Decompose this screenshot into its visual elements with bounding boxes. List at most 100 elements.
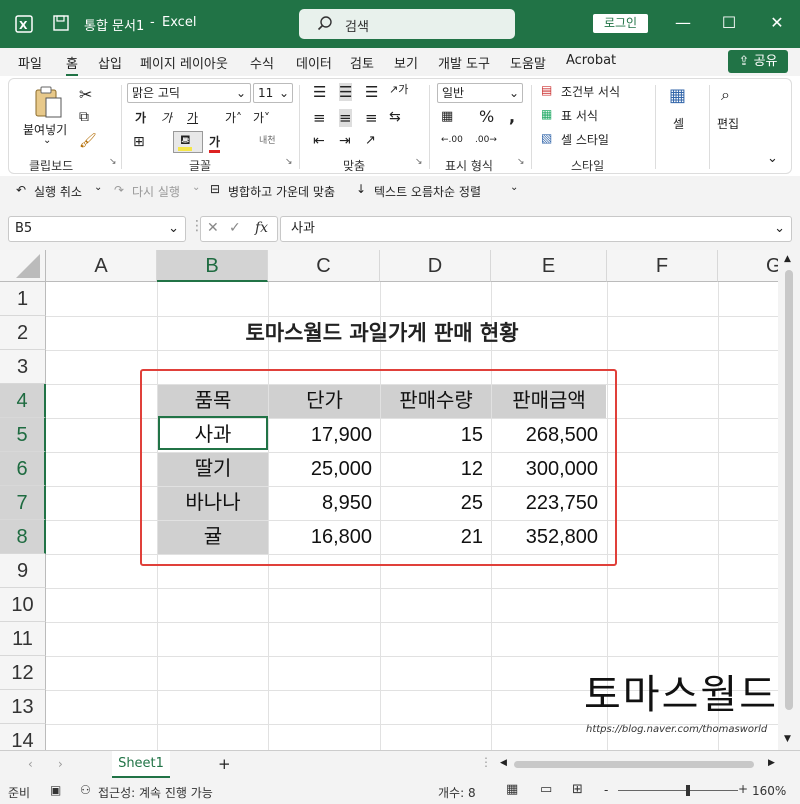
scroll-thumb[interactable] xyxy=(785,270,793,710)
chevron-down-icon[interactable]: ⌄ xyxy=(94,182,102,193)
decrease-indent-icon[interactable]: ⇤ xyxy=(313,133,325,149)
decrease-decimal-icon[interactable]: .00→ xyxy=(475,135,497,145)
scroll-down-icon[interactable]: ▼ xyxy=(784,734,791,744)
column-header-e[interactable]: E xyxy=(491,250,607,282)
row-header-10[interactable]: 10 xyxy=(0,588,46,622)
chevron-down-icon[interactable]: ⌄ xyxy=(192,182,200,193)
select-all-button[interactable] xyxy=(0,250,46,282)
menu-insert[interactable]: 삽입 xyxy=(98,53,122,72)
increase-decimal-icon[interactable]: ←.00 xyxy=(441,135,463,145)
number-format-select[interactable]: 일반 ⌄ xyxy=(437,83,523,103)
cells-icon[interactable]: ▦ xyxy=(669,85,686,106)
spreadsheet-grid[interactable]: A B C D E F G 1 2 3 4 5 6 7 8 9 10 11 12… xyxy=(0,250,778,750)
menu-file[interactable]: 파일 xyxy=(18,53,42,72)
paste-icon[interactable] xyxy=(33,85,63,119)
customize-qat-icon[interactable]: ⌄ xyxy=(510,182,518,193)
decrease-font-icon[interactable]: 가˅ xyxy=(253,109,270,126)
align-center-icon[interactable]: ≡ xyxy=(339,109,352,127)
column-header-f[interactable]: F xyxy=(607,250,718,282)
text-direction-icon[interactable]: ↗ xyxy=(365,133,376,148)
redo-icon[interactable]: ↷ xyxy=(114,183,124,197)
column-header-b[interactable]: B xyxy=(157,250,268,282)
merge-icon[interactable]: ⊟ xyxy=(210,182,220,196)
paste-dropdown-icon[interactable]: ⌄ xyxy=(43,135,51,146)
menu-developer[interactable]: 개발 도구 xyxy=(438,53,490,72)
scroll-left-icon[interactable]: ◀ xyxy=(500,758,507,768)
sheet-tab-sheet1[interactable]: Sheet1 xyxy=(112,751,170,778)
menu-review[interactable]: 검토 xyxy=(350,53,374,72)
cut-icon[interactable]: ✂ xyxy=(79,85,92,104)
add-sheet-button[interactable]: + xyxy=(218,755,231,773)
italic-icon[interactable]: 가 xyxy=(161,109,172,126)
horizontal-scroll-thumb[interactable] xyxy=(514,761,754,768)
bold-icon[interactable]: 가 xyxy=(135,109,146,126)
column-header-a[interactable]: A xyxy=(46,250,157,282)
align-middle-icon[interactable]: ☰ xyxy=(339,83,353,101)
align-top-icon[interactable]: ☰ xyxy=(313,83,326,101)
undo-button[interactable]: 실행 취소 xyxy=(34,183,82,200)
cancel-icon[interactable]: ✕ xyxy=(207,220,219,236)
row-header-14[interactable]: 14 xyxy=(0,724,46,750)
expand-formula-icon[interactable]: ⌄ xyxy=(774,217,785,241)
menu-help[interactable]: 도움말 xyxy=(510,53,546,72)
menu-data[interactable]: 데이터 xyxy=(296,53,332,72)
sort-icon[interactable]: ↓ xyxy=(356,182,366,196)
enter-icon[interactable]: ✓ xyxy=(229,220,241,236)
merge-center-button[interactable]: 병합하고 가운데 맞춤 xyxy=(228,183,335,200)
comma-style-icon[interactable]: , xyxy=(509,107,515,126)
find-icon[interactable]: ⌕ xyxy=(721,85,730,105)
increase-indent-icon[interactable]: ⇥ xyxy=(339,133,351,149)
row-header-4[interactable]: 4 xyxy=(0,384,46,418)
page-break-view-icon[interactable]: ⊞ xyxy=(572,782,583,797)
row-header-5[interactable]: 5 xyxy=(0,418,46,452)
number-launcher-icon[interactable]: ↘ xyxy=(517,157,525,167)
row-header-8[interactable]: 8 xyxy=(0,520,46,554)
login-button[interactable]: 로그인 xyxy=(593,14,648,33)
font-name-select[interactable]: 맑은 고딕 ⌄ xyxy=(127,83,251,103)
clipboard-launcher-icon[interactable]: ↘ xyxy=(109,157,117,167)
percent-icon[interactable]: % xyxy=(479,107,494,126)
share-button[interactable]: ⇪ 공유 xyxy=(728,50,788,73)
prev-sheet-icon[interactable]: ‹ xyxy=(28,757,33,771)
name-box[interactable]: B5 ⌄ xyxy=(8,216,186,242)
menu-home[interactable]: 홈 xyxy=(66,53,78,76)
column-header-g[interactable]: G xyxy=(718,250,778,282)
redo-button[interactable]: 다시 실행 xyxy=(132,183,180,200)
edit-button[interactable]: 편집 xyxy=(717,115,739,132)
increase-font-icon[interactable]: 가˄ xyxy=(225,109,242,126)
row-header-11[interactable]: 11 xyxy=(0,622,46,656)
macro-record-icon[interactable]: ▣ xyxy=(50,783,61,797)
row-header-13[interactable]: 13 xyxy=(0,690,46,724)
zoom-slider[interactable] xyxy=(618,790,738,791)
page-layout-view-icon[interactable]: ▭ xyxy=(540,782,552,797)
save-icon[interactable] xyxy=(52,14,70,32)
close-button[interactable]: ✕ xyxy=(766,12,788,34)
search-box[interactable]: 검색 xyxy=(299,9,515,39)
cells-button[interactable]: 셀 xyxy=(673,115,684,132)
row-header-2[interactable]: 2 xyxy=(0,316,46,350)
orientation-icon[interactable]: ↗가 xyxy=(389,81,408,97)
sort-ascending-button[interactable]: 텍스트 오름차순 정렬 xyxy=(374,183,481,200)
menu-acrobat[interactable]: Acrobat xyxy=(566,53,616,68)
menu-page-layout[interactable]: 페이지 레이아웃 xyxy=(140,53,228,72)
scroll-up-icon[interactable]: ▲ xyxy=(784,254,791,264)
column-header-c[interactable]: C xyxy=(268,250,380,282)
row-header-1[interactable]: 1 xyxy=(0,282,46,316)
wrap-text-icon[interactable]: ⇆ xyxy=(389,109,401,125)
phonetic-icon[interactable]: 내천 xyxy=(259,133,276,146)
formula-input[interactable]: 사과 ⌄ xyxy=(280,216,792,242)
fill-color-button[interactable]: ⛾ xyxy=(173,131,203,153)
normal-view-icon[interactable]: ▦ xyxy=(506,782,518,797)
row-header-6[interactable]: 6 xyxy=(0,452,46,486)
format-painter-icon[interactable]: 🖌 xyxy=(79,133,97,149)
align-right-icon[interactable]: ≡ xyxy=(365,109,378,127)
zoom-out-button[interactable]: - xyxy=(604,783,608,797)
borders-icon[interactable]: ⊞ xyxy=(133,134,145,150)
font-color-icon[interactable]: 가 xyxy=(209,133,221,153)
row-header-9[interactable]: 9 xyxy=(0,554,46,588)
next-sheet-icon[interactable]: › xyxy=(58,757,63,771)
alignment-launcher-icon[interactable]: ↘ xyxy=(415,157,423,167)
minimize-button[interactable]: — xyxy=(672,12,694,34)
font-launcher-icon[interactable]: ↘ xyxy=(285,157,293,167)
row-header-3[interactable]: 3 xyxy=(0,350,46,384)
